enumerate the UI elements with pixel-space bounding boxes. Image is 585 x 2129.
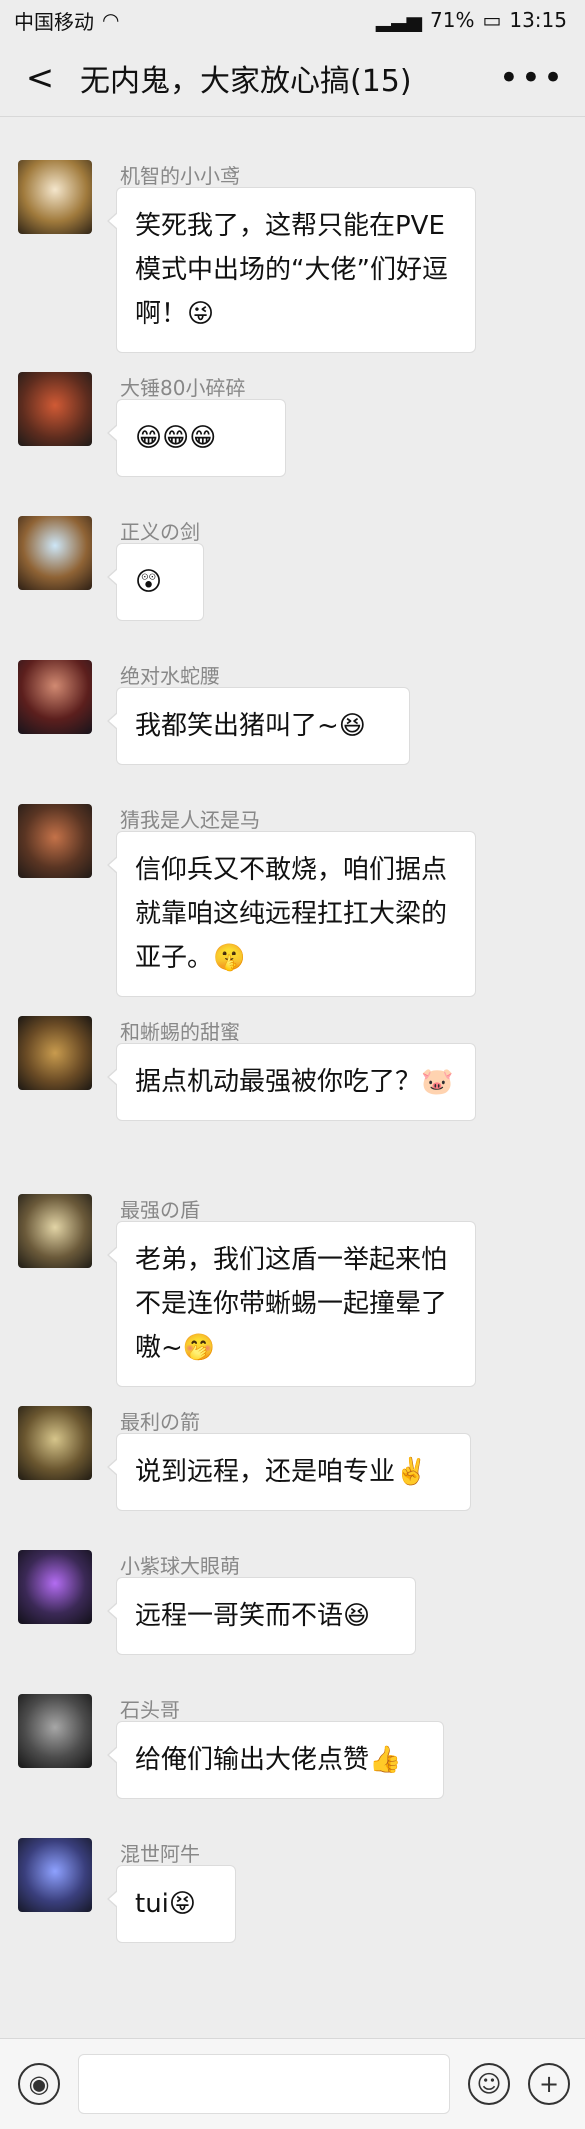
message-bubble[interactable]: 信仰兵又不敢烧，咱们据点就靠咱这纯远程扛扛大梁的亚子。🤫 <box>107 831 476 997</box>
avatar[interactable] <box>18 804 92 878</box>
sender-name: 大锤80小碎碎 <box>120 376 246 400</box>
avatar[interactable] <box>18 372 92 446</box>
add-button-icon[interactable]: + <box>528 2063 570 2105</box>
message-text: 给俺们输出大佬点赞 <box>135 1745 370 1775</box>
avatar[interactable] <box>18 160 92 234</box>
surprised-emoji-icon: 😲 <box>135 567 163 597</box>
message-text: 信仰兵又不敢烧，咱们据点就靠咱这纯远程扛扛大梁的亚子。 <box>135 855 448 973</box>
message-text: 笑死我了，这帮只能在PVE模式中出场的“大佬”们好逗啊！ <box>135 211 448 329</box>
sender-name: 小紫球大眼萌 <box>120 1554 240 1578</box>
sender-name: 绝对水蛇腰 <box>120 664 220 688</box>
time-label: 13:15 <box>509 8 567 32</box>
victory-hand-icon: ✌️ <box>395 1457 428 1487</box>
message-bubble[interactable]: 😲 <box>107 543 204 621</box>
message-text: 我都笑出猪叫了~ <box>135 711 339 741</box>
avatar[interactable] <box>18 1694 92 1768</box>
emoji-button-icon[interactable]: ☺ <box>468 2063 510 2105</box>
back-icon[interactable]: < <box>20 58 60 98</box>
voice-button-icon[interactable]: ◉ <box>18 2063 60 2105</box>
avatar[interactable] <box>18 1838 92 1912</box>
sender-name: 机智的小小鸢 <box>120 164 240 188</box>
sender-name: 混世阿牛 <box>120 1842 200 1866</box>
message-bubble[interactable]: 给俺们输出大佬点赞👍 <box>107 1721 444 1799</box>
message-text: 据点机动最强被你吃了？ <box>135 1067 422 1097</box>
smirk-emoji-icon: 😆 <box>343 1601 371 1631</box>
message-bubble[interactable]: tui😝 <box>107 1865 236 1943</box>
avatar[interactable] <box>18 1194 92 1268</box>
message-bubble[interactable]: 我都笑出猪叫了~😆 <box>107 687 410 765</box>
message-text: 老弟，我们这盾一举起来怕不是连你带蜥蜴一起撞晕了嗷~ <box>135 1245 448 1363</box>
laugh-emoji-icon: 😆 <box>338 711 366 741</box>
message-input[interactable] <box>78 2054 450 2114</box>
message-text: 说到远程，还是咱专业 <box>135 1457 396 1487</box>
pig-emoji-icon: 🐷 <box>421 1067 454 1097</box>
message-bubble[interactable]: 笑死我了，这帮只能在PVE模式中出场的“大佬”们好逗啊！😜 <box>107 187 476 353</box>
message-text: 远程一哥笑而不语 <box>135 1601 344 1631</box>
avatar[interactable] <box>18 660 92 734</box>
chat-title: 无内鬼，大家放心搞(15) <box>80 64 412 99</box>
message-bubble[interactable]: 远程一哥笑而不语😆 <box>107 1577 416 1655</box>
status-bar: 中国移动 ◠ ▂▃▅ 71% ▭ 13:15 <box>0 0 585 40</box>
grin-emoji-icon: 😁😁😁 <box>135 423 217 453</box>
message-text: tui <box>135 1889 169 1919</box>
battery-percent: 71% <box>430 8 475 32</box>
avatar[interactable] <box>18 516 92 590</box>
signal-icon: ▂▃▅ <box>375 8 422 32</box>
battery-icon: ▭ <box>482 8 502 32</box>
giggle-emoji-icon: 🤭 <box>182 1333 216 1363</box>
avatar[interactable] <box>18 1016 92 1090</box>
sender-name: 最利の箭 <box>120 1410 200 1434</box>
sender-name: 和蜥蜴的甜蜜 <box>120 1020 240 1044</box>
sender-name: 石头哥 <box>120 1698 180 1722</box>
input-bar: ◉ ☺ + <box>0 2038 585 2129</box>
message-bubble[interactable]: 老弟，我们这盾一举起来怕不是连你带蜥蜴一起撞晕了嗷~🤭 <box>107 1221 476 1387</box>
chat-header: < 无内鬼，大家放心搞(15) ••• <box>0 40 585 117</box>
message-bubble[interactable]: 😁😁😁 <box>107 399 286 477</box>
sender-name: 最强の盾 <box>120 1198 200 1222</box>
wink-emoji-icon: 😜 <box>187 299 215 329</box>
message-bubble[interactable]: 据点机动最强被你吃了？🐷 <box>107 1043 476 1121</box>
shush-emoji-icon: 🤫 <box>213 943 246 973</box>
tongue-emoji-icon: 😝 <box>168 1889 197 1919</box>
more-button[interactable]: ••• <box>499 58 565 98</box>
avatar[interactable] <box>18 1406 92 1480</box>
sender-name: 正义の剑 <box>120 520 200 544</box>
sender-name: 猜我是人还是马 <box>120 808 260 832</box>
message-bubble[interactable]: 说到远程，还是咱专业✌️ <box>107 1433 471 1511</box>
avatar[interactable] <box>18 1550 92 1624</box>
carrier-label: 中国移动 <box>14 9 94 34</box>
wifi-icon: ◠ <box>102 8 120 32</box>
thumbs-up-icon: 👍 <box>369 1745 402 1775</box>
